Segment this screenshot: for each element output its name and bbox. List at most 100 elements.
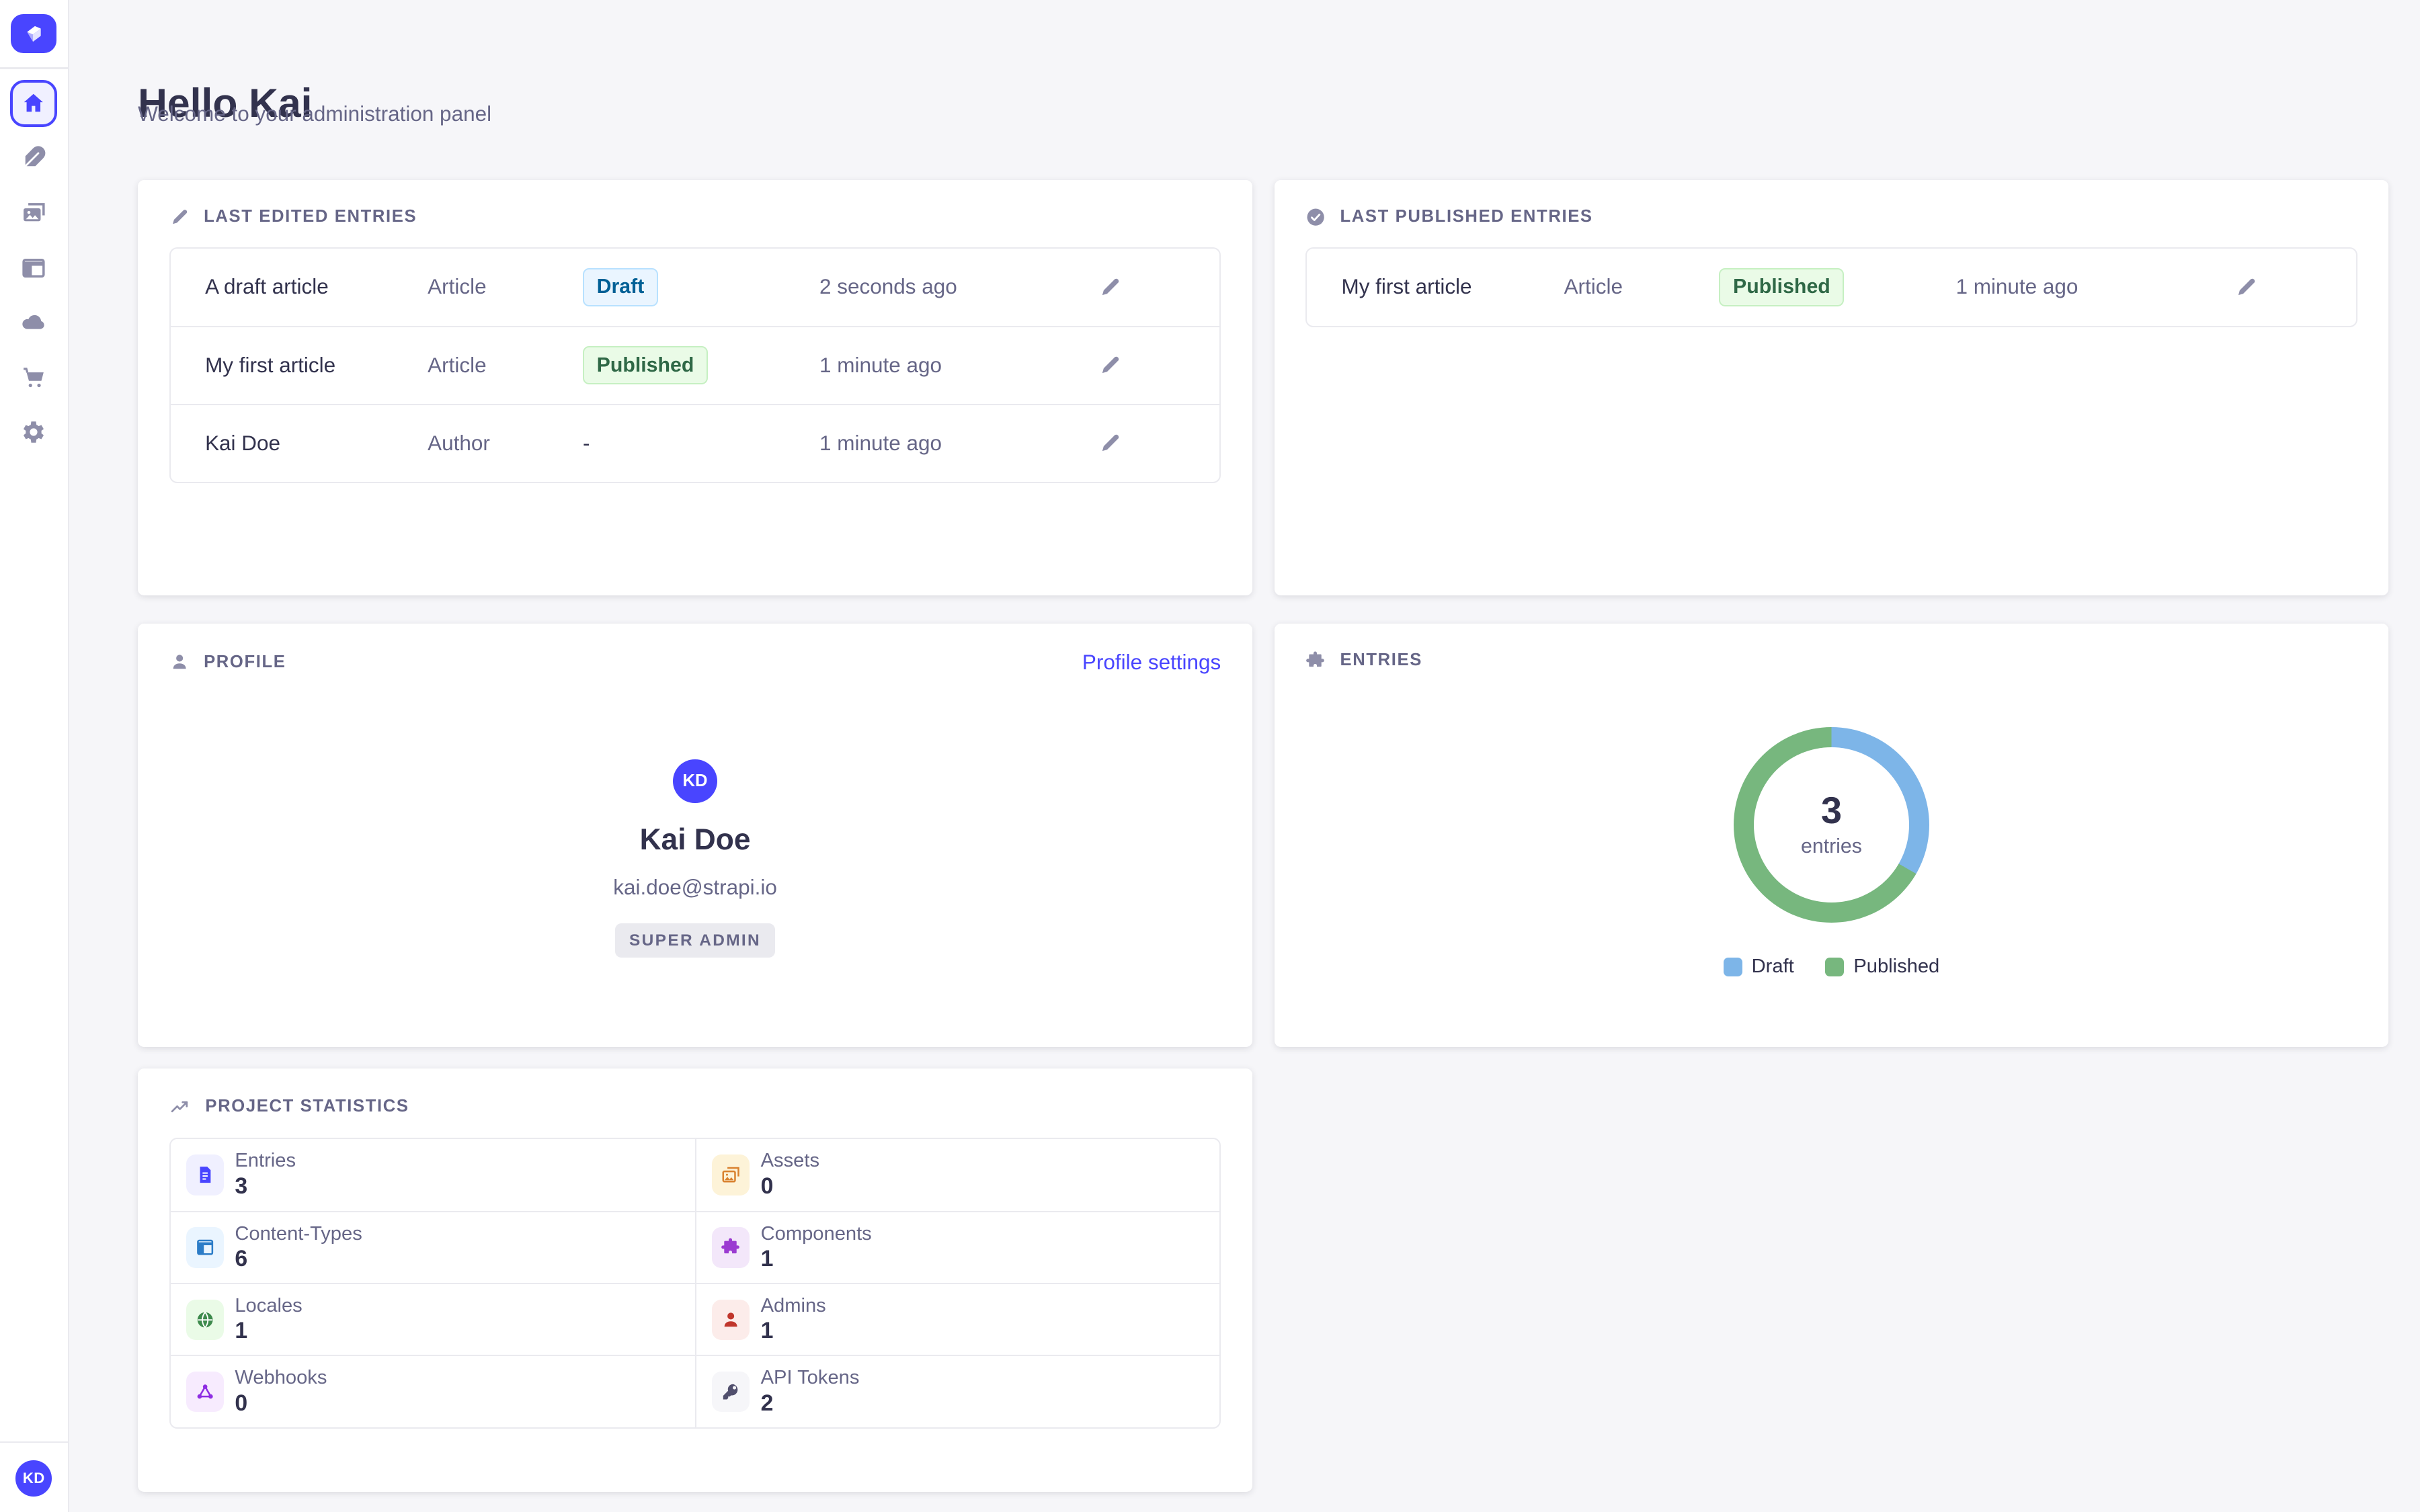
globe-icon <box>186 1300 224 1341</box>
legend-label: Draft <box>1752 956 1794 978</box>
document-icon <box>186 1154 224 1195</box>
edit-entry-button[interactable] <box>1098 431 1219 455</box>
sidebar-divider <box>0 67 69 69</box>
stat-label: Assets <box>761 1150 819 1173</box>
home-icon <box>20 90 47 117</box>
entry-time: 2 seconds ago <box>819 275 1098 299</box>
cart-icon <box>19 364 48 392</box>
stat-value: 1 <box>761 1245 872 1273</box>
check-circle-icon <box>1305 207 1326 227</box>
person-icon <box>169 652 190 672</box>
layout-icon <box>186 1227 224 1268</box>
status-empty: - <box>583 431 819 456</box>
project-statistics-card: PROJECT STATISTICS Entries 3 <box>138 1068 1252 1492</box>
stat-components: Components 1 <box>695 1211 1219 1283</box>
entry-time: 1 minute ago <box>1955 275 2234 299</box>
stat-label: Locales <box>235 1295 302 1318</box>
stat-label: Components <box>761 1223 872 1246</box>
profile-avatar: KD <box>673 759 717 803</box>
stat-api-tokens: API Tokens 2 <box>695 1355 1219 1427</box>
media-library-icon <box>19 199 48 227</box>
sidebar-item-marketplace[interactable] <box>10 354 57 401</box>
stats-table: Entries 3 Assets 0 <box>169 1138 1221 1429</box>
last-published-table: My first article Article Published 1 min… <box>1305 247 2357 327</box>
status-badge: Draft <box>583 268 658 306</box>
entry-time: 1 minute ago <box>819 353 1098 378</box>
table-row: Kai Doe Author - 1 minute ago <box>171 404 1220 482</box>
legend-item-draft: Draft <box>1724 956 1794 978</box>
profile-name: Kai Doe <box>640 823 751 857</box>
table-row: My first article Article Published 1 min… <box>1307 249 2356 325</box>
stat-value: 3 <box>235 1173 296 1200</box>
stat-label: Entries <box>235 1150 296 1173</box>
entries-label: entries <box>1801 835 1862 858</box>
card-title: PROJECT STATISTICS <box>205 1097 409 1116</box>
webhook-icon <box>186 1372 224 1413</box>
last-edited-table: A draft article Article Draft 2 seconds … <box>169 247 1221 483</box>
strapi-logo-button[interactable] <box>11 14 56 53</box>
profile-email: kai.doe@strapi.io <box>613 876 777 900</box>
sidebar-footer: KD <box>0 1441 69 1512</box>
entry-name: My first article <box>205 353 428 378</box>
entries-total: 3 <box>1821 792 1842 829</box>
feather-icon <box>19 144 48 172</box>
card-title: ENTRIES <box>1340 650 1422 670</box>
stat-value: 0 <box>761 1173 819 1200</box>
stat-admins: Admins 1 <box>695 1283 1219 1355</box>
pencil-icon <box>2234 276 2258 299</box>
sidebar-item-content-manager[interactable] <box>10 134 57 181</box>
legend-swatch-draft <box>1724 958 1742 976</box>
stat-webhooks: Webhooks 0 <box>171 1355 695 1427</box>
picture-icon <box>712 1154 750 1195</box>
donut-center: 3 entries <box>1754 747 1909 902</box>
stat-content-types: Content-Types 6 <box>171 1211 695 1283</box>
last-published-entries-card: LAST PUBLISHED ENTRIES My first article … <box>1275 180 2389 595</box>
cloud-icon <box>19 308 48 337</box>
sidebar-item-cloud[interactable] <box>10 299 57 346</box>
table-row: A draft article Article Draft 2 seconds … <box>171 249 1220 325</box>
sidebar-item-media-library[interactable] <box>10 190 57 237</box>
sidebar-nav <box>10 80 57 456</box>
user-avatar[interactable]: KD <box>15 1460 52 1497</box>
edit-entry-button[interactable] <box>1098 353 1219 377</box>
card-title: LAST EDITED ENTRIES <box>204 207 417 226</box>
sidebar-item-home[interactable] <box>10 80 57 127</box>
legend-item-published: Published <box>1825 956 1939 978</box>
role-badge: SUPER ADMIN <box>615 923 775 958</box>
chart-legend: Draft Published <box>1724 956 1940 978</box>
app: KD Hello Kai Welcome to your administrat… <box>0 0 2420 1512</box>
sidebar-item-content-type-builder[interactable] <box>10 245 57 292</box>
card-title: LAST PUBLISHED ENTRIES <box>1340 207 1592 226</box>
stat-entries: Entries 3 <box>171 1139 695 1211</box>
entry-name: A draft article <box>205 275 428 299</box>
stat-value: 6 <box>235 1245 362 1273</box>
sidebar: KD <box>0 0 69 1512</box>
pencil-icon <box>1098 353 1122 377</box>
main-content: Hello Kai Welcome to your administration… <box>69 0 2420 1512</box>
status-badge: Published <box>1719 268 1844 306</box>
table-row: My first article Article Published 1 min… <box>171 326 1220 404</box>
puzzle-icon <box>712 1227 750 1268</box>
puzzle-icon <box>1305 650 1326 671</box>
edit-entry-button[interactable] <box>1098 276 1219 299</box>
legend-swatch-published <box>1825 958 1844 976</box>
stat-label: API Tokens <box>761 1367 860 1390</box>
profile-settings-link[interactable]: Profile settings <box>1082 650 1221 675</box>
stat-value: 1 <box>761 1317 826 1345</box>
key-icon <box>712 1372 750 1413</box>
stat-locales: Locales 1 <box>171 1283 695 1355</box>
card-title: PROFILE <box>204 653 286 672</box>
entry-time: 1 minute ago <box>819 431 1098 456</box>
entry-name: Kai Doe <box>205 431 428 456</box>
entry-type: Article <box>1564 275 1720 299</box>
stat-value: 2 <box>761 1390 860 1417</box>
person-icon <box>712 1300 750 1341</box>
entry-type: Article <box>428 353 583 378</box>
edit-entry-button[interactable] <box>2234 276 2355 299</box>
stat-label: Admins <box>761 1295 826 1318</box>
gear-icon <box>19 418 48 446</box>
stat-value: 1 <box>235 1317 302 1345</box>
sidebar-item-settings[interactable] <box>10 409 57 456</box>
pencil-icon <box>1098 431 1122 455</box>
stat-value: 0 <box>235 1390 327 1417</box>
